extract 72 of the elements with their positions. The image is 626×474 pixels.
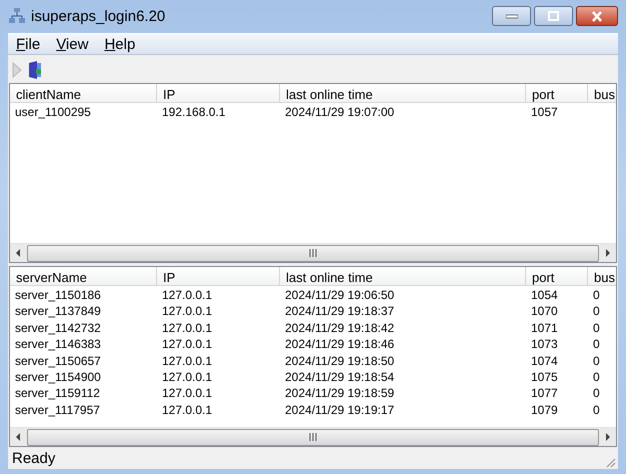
- table-cell: 127.0.0.1: [162, 320, 212, 335]
- table-cell: 0: [593, 304, 600, 318]
- column-header[interactable]: last online time: [280, 267, 526, 286]
- column-header[interactable]: bus: [588, 84, 616, 103]
- table-cell: 127.0.0.1: [162, 386, 212, 400]
- scrollbar-thumb[interactable]: [27, 244, 599, 262]
- table-cell: 1079: [531, 402, 558, 417]
- table-cell: 0: [593, 288, 600, 302]
- table-cell: 192.168.0.1: [162, 105, 226, 119]
- column-header[interactable]: last online time: [280, 84, 526, 103]
- column-header[interactable]: port: [526, 267, 588, 286]
- table-cell: 127.0.0.1: [162, 288, 212, 302]
- table-cell: 1073: [531, 337, 558, 352]
- resize-grip-icon[interactable]: [604, 456, 616, 468]
- close-icon: [591, 10, 603, 22]
- table-cell: 2024/11/29 19:18:37: [285, 304, 394, 318]
- table-cell: user_1100295: [15, 105, 91, 119]
- table-cell: 127.0.0.1: [162, 354, 212, 368]
- column-header[interactable]: IP: [157, 84, 280, 103]
- column-header[interactable]: clientName: [10, 84, 157, 103]
- column-header[interactable]: port: [526, 84, 588, 103]
- table-cell: 1070: [531, 304, 558, 318]
- menu-item[interactable]: View: [48, 36, 96, 52]
- scrollbar-thumb[interactable]: [27, 428, 599, 446]
- close-button[interactable]: [576, 6, 618, 26]
- table-cell: server_1142732: [15, 320, 101, 335]
- table-cell: 1071: [531, 320, 558, 335]
- table-cell: 1074: [531, 354, 558, 368]
- maximize-icon: [548, 11, 559, 21]
- table-cell: 127.0.0.1: [162, 370, 212, 384]
- minimize-button[interactable]: [492, 6, 531, 26]
- table-cell: 2024/11/29 19:18:50: [285, 354, 394, 368]
- table-cell: 127.0.0.1: [162, 337, 212, 352]
- table-cell: server_1150657: [15, 354, 101, 368]
- table-cell: 2024/11/29 19:07:00: [285, 105, 394, 119]
- table-cell: 2024/11/29 19:18:46: [285, 337, 394, 352]
- table-cell: server_1159112: [15, 386, 100, 400]
- table-cell: server_1117957: [15, 402, 100, 417]
- status-text: Ready: [12, 450, 56, 466]
- column-header[interactable]: IP: [157, 267, 280, 286]
- door-icon[interactable]: [28, 61, 42, 79]
- table-cell: 2024/11/29 19:06:50: [285, 288, 394, 302]
- table-cell: 0: [593, 320, 600, 335]
- table-cell: server_1137849: [15, 304, 101, 318]
- table-cell: 127.0.0.1: [162, 304, 212, 318]
- table-cell: server_1154900: [15, 370, 101, 384]
- table-cell: 2024/11/29 19:19:17: [285, 402, 394, 417]
- maximize-button[interactable]: [534, 6, 573, 26]
- table-cell: 2024/11/29 19:18:59: [285, 386, 394, 400]
- horizontal-scrollbar[interactable]: [10, 427, 616, 446]
- table-cell: 0: [593, 370, 600, 384]
- menu-item[interactable]: Help: [96, 36, 144, 52]
- table-cell: 0: [593, 354, 600, 368]
- menu-item[interactable]: File: [8, 36, 48, 52]
- table-cell: 0: [593, 337, 600, 352]
- table-cell: 1057: [531, 105, 558, 119]
- window-title: isuperaps_login6.20: [31, 8, 166, 25]
- minimize-icon: [506, 14, 518, 18]
- table-cell: 0: [593, 402, 600, 417]
- column-header[interactable]: serverName: [10, 267, 157, 286]
- table-cell: 1054: [531, 288, 558, 302]
- table-cell: 1077: [531, 386, 558, 400]
- horizontal-scrollbar[interactable]: [10, 243, 616, 262]
- table-cell: 2024/11/29 19:18:42: [285, 320, 394, 335]
- table-cell: server_1146383: [15, 337, 101, 352]
- table-cell: 2024/11/29 19:18:54: [285, 370, 394, 384]
- table-cell: 127.0.0.1: [162, 402, 212, 417]
- table-cell: 0: [593, 386, 600, 400]
- table-cell: server_1150186: [15, 288, 101, 302]
- table-cell: 1075: [531, 370, 558, 384]
- column-header[interactable]: bus: [588, 267, 616, 286]
- network-icon: [8, 8, 26, 26]
